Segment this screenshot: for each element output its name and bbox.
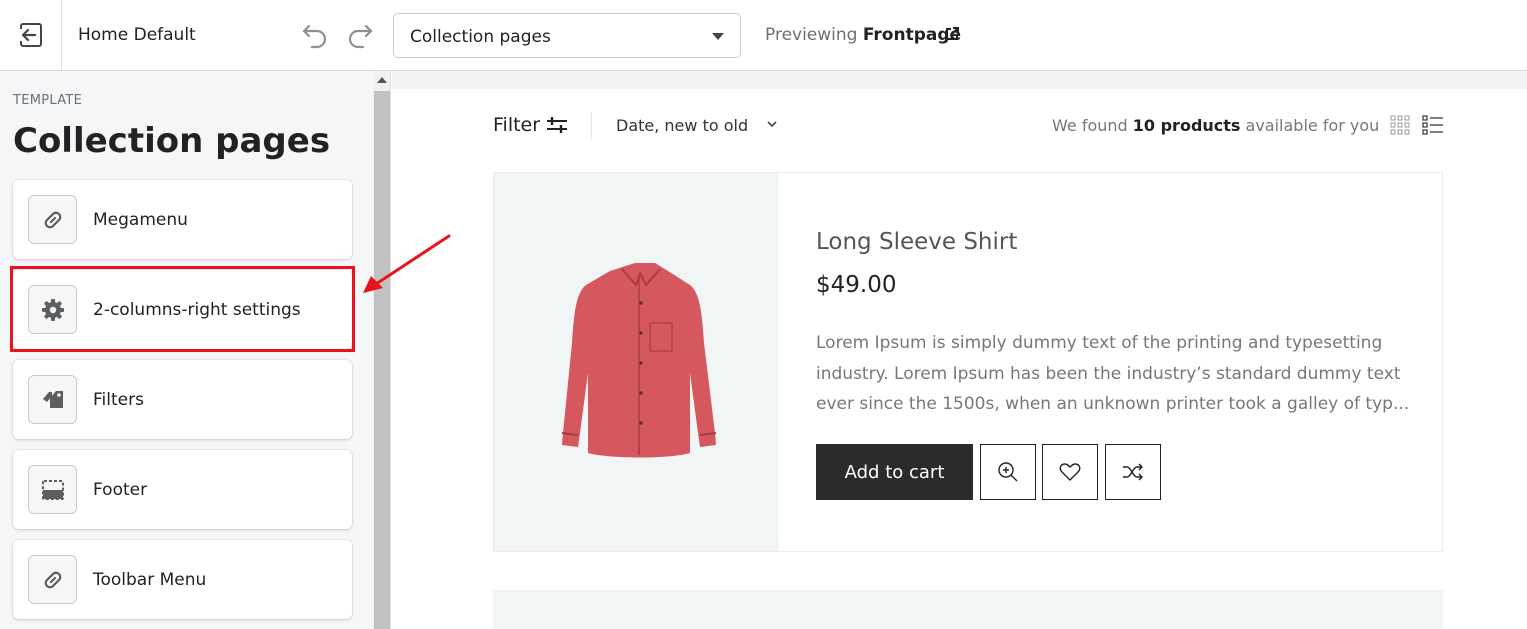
product-card: Long Sleeve Shirt $49.00 Lorem Ipsum is … [493,172,1443,552]
product-description: Lorem Ipsum is simply dummy text of the … [816,333,1410,414]
sliders-icon[interactable] [546,116,568,134]
link-icon [28,195,77,244]
sidebar-item-label: Footer [93,480,148,500]
template-select-value: Collection pages [410,27,551,47]
sidebar-item-label: Filters [93,390,144,410]
heart-icon [1059,463,1081,481]
previewing-text: Previewing Frontpage [765,25,961,45]
scroll-up-icon[interactable] [377,77,387,83]
undo-button[interactable] [300,20,330,50]
shuffle-icon [1123,463,1143,481]
compare-button[interactable] [1105,444,1161,500]
sort-select[interactable]: Date, new to old [616,116,748,135]
theme-name: Home Default [78,25,196,45]
list-view-icon[interactable] [1422,115,1444,135]
external-link-icon[interactable] [944,26,960,42]
preview-top-strip [392,71,1527,89]
storefront-preview: Filter Date, new to old We found 10 prod… [392,71,1527,629]
link-icon [28,555,77,604]
scrollbar-thumb[interactable] [374,91,390,629]
highlight-box [10,266,355,352]
product-image[interactable] [494,173,778,551]
redo-icon [348,24,373,49]
results-count: We found 10 products available for you [1052,116,1379,135]
annotation-arrow [363,234,451,293]
sidebar-item-filters[interactable]: Filters [13,360,352,439]
caret-down-icon [712,33,724,40]
sidebar-item-label: Toolbar Menu [93,570,207,590]
sidebar-item-megamenu[interactable]: Megamenu [13,180,352,259]
footer-icon [28,465,77,514]
product-price: $49.00 [816,272,897,298]
previewing-prefix: Previewing [765,25,858,45]
toolbar-divider [591,111,592,139]
quick-view-button[interactable] [980,444,1036,500]
exit-icon [18,23,42,47]
found-count: 10 products [1132,116,1241,135]
redo-button[interactable] [345,20,375,50]
filter-button[interactable]: Filter [493,114,540,136]
sidebar-item-footer[interactable]: Footer [13,450,352,529]
found-suffix: available for you [1245,116,1380,135]
page-title: Collection pages [13,121,331,161]
chevron-down-icon[interactable] [766,119,778,129]
found-prefix: We found [1052,116,1128,135]
sidebar-scrollbar[interactable] [373,71,391,629]
sidebar-item-label: Megamenu [93,210,188,230]
grid-view-icon[interactable] [1390,115,1410,135]
sidebar-item-toolbar-menu[interactable]: Toolbar Menu [13,540,352,619]
section-label: TEMPLATE [13,93,83,108]
tags-icon [28,375,77,424]
editor-topbar: Home Default Collection pages Previewing… [0,0,1527,71]
undo-icon [302,24,327,49]
exit-button[interactable] [0,0,62,70]
wishlist-button[interactable] [1042,444,1098,500]
zoom-in-icon [998,462,1018,482]
product-title[interactable]: Long Sleeve Shirt [816,229,1017,255]
template-sidebar: TEMPLATE Collection pages Megamenu 2-col… [0,71,373,629]
template-select[interactable]: Collection pages [393,13,741,58]
next-product-card [493,590,1443,629]
shirt-image [561,263,717,458]
add-to-cart-button[interactable]: Add to cart [816,444,973,500]
